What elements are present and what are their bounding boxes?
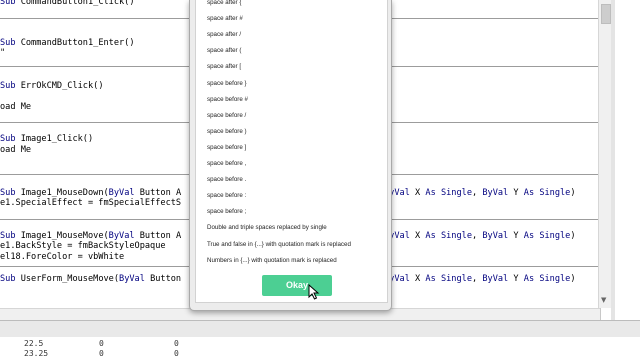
- format-rule-item: space before ;: [207, 208, 247, 216]
- mouse-pointer-icon: [308, 284, 320, 300]
- immediate-window[interactable]: 22.5 0 0 23.25 0 0: [0, 337, 640, 360]
- code-line-continuation: ByVal X As Single, ByVal Y As Single): [384, 188, 576, 198]
- code-line: Sub CommandButton1_Enter(): [0, 38, 135, 48]
- dialog-content: space after { space after # space after / s…: [195, 0, 388, 303]
- immediate-value: 0: [174, 339, 179, 348]
- format-rule-item: space before ,: [207, 160, 247, 167]
- code-line: Sub ErrOkCMD_Click(): [0, 81, 104, 91]
- format-rule-item: Double and triple spaces replaced by sin…: [207, 224, 327, 232]
- immediate-value: 22.5: [24, 339, 44, 348]
- code-line-continuation: ByVal X As Single, ByVal Y As Single): [384, 274, 576, 284]
- format-rule-item: space after (: [207, 47, 242, 55]
- format-rule-item: space after /: [207, 31, 242, 39]
- scroll-down-arrow-icon[interactable]: ▼: [601, 296, 606, 304]
- format-rule-item: space before /: [207, 111, 247, 119]
- format-rule-item: space before :: [207, 192, 247, 200]
- code-line: oad Me: [0, 145, 32, 155]
- format-options-dialog: space after { space after # space after / s…: [189, 0, 392, 311]
- format-rule-item: space before ): [207, 127, 247, 135]
- immediate-value: 23.25: [24, 349, 49, 358]
- format-rule-item: space before #: [207, 95, 248, 103]
- code-line: oad Me: [0, 102, 32, 112]
- scrollbar-thumb[interactable]: [601, 4, 611, 24]
- code-line: Sub Image1_MouseMove(ByVal Button A: [0, 231, 182, 241]
- code-line: el18.ForeColor = vbWhite: [0, 252, 125, 262]
- immediate-value: 0: [174, 349, 179, 358]
- code-line: Sub UserForm_MouseMove(ByVal Button: [0, 274, 182, 284]
- format-rule-item: space before .: [207, 176, 247, 184]
- code-line: Sub Image1_Click(): [0, 134, 94, 144]
- code-line: Sub Image1_MouseDown(ByVal Button A: [0, 188, 182, 198]
- immediate-value: 0: [99, 339, 104, 348]
- format-rule-item: space after [: [207, 63, 242, 71]
- code-line: e1.BackStyle = fmBackStyleOpaque: [0, 241, 166, 251]
- format-rule-item: space after {: [207, 0, 242, 6]
- immediate-value: 0: [99, 349, 104, 358]
- code-line: ": [0, 48, 6, 58]
- format-rule-item: space before }: [207, 79, 247, 87]
- right-panel-edge: [611, 0, 640, 320]
- vertical-scrollbar[interactable]: ▼: [598, 0, 611, 308]
- code-line: Sub CommandButton1_Click(): [0, 0, 135, 7]
- panel-grip[interactable]: [611, 0, 615, 320]
- pane-splitter[interactable]: [0, 320, 640, 338]
- code-line-continuation: ByVal X As Single, ByVal Y As Single): [384, 231, 576, 241]
- format-rule-item: space before ]: [207, 143, 247, 151]
- code-line: e1.SpecialEffect = fmSpecialEffectS: [0, 198, 182, 208]
- format-rule-item: space after #: [207, 15, 243, 23]
- format-rule-item: Numbers in {...} with quotation mark is …: [207, 256, 337, 264]
- format-rule-item: True and false in {...} with quotation m…: [207, 240, 351, 248]
- okay-button[interactable]: Okay: [262, 275, 332, 296]
